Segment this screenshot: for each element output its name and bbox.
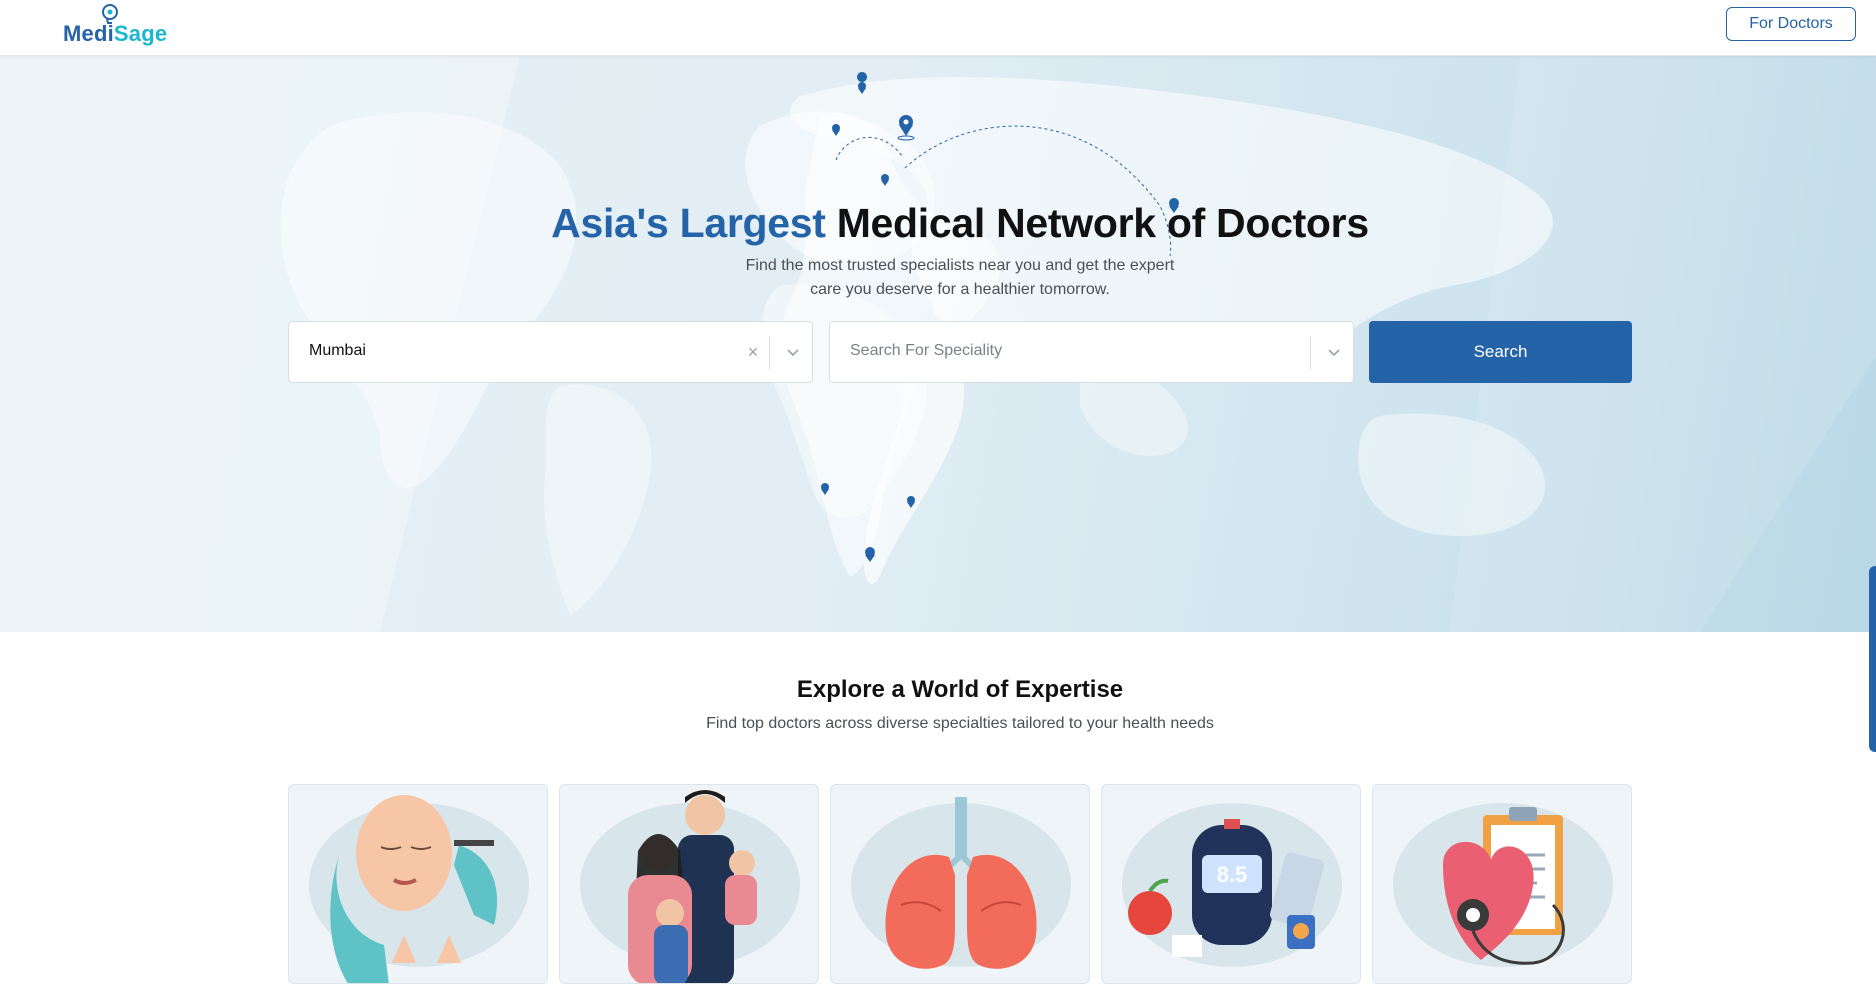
- hero-title: Asia's Largest Medical Network of Doctor…: [551, 200, 1369, 246]
- chevron-down-icon[interactable]: [783, 342, 803, 362]
- logo-wordmark: MediSage: [63, 21, 168, 46]
- dermatology-face-icon: [309, 795, 529, 983]
- cardiology-heart-icon: [1393, 803, 1613, 967]
- for-doctors-button[interactable]: For Doctors: [1726, 7, 1856, 41]
- chevron-down-icon[interactable]: [1324, 342, 1344, 362]
- location-value: Mumbai: [309, 342, 366, 359]
- search-button[interactable]: Search: [1369, 321, 1632, 383]
- family-medicine-icon: [580, 790, 800, 983]
- medisage-logo[interactable]: MediSage: [63, 4, 173, 48]
- speciality-card-diabetology[interactable]: 8.5: [1101, 784, 1361, 984]
- glucose-reading: 8.5: [1217, 862, 1248, 887]
- expertise-subtitle: Find top doctors across diverse specialt…: [706, 715, 1214, 732]
- speciality-placeholder: Search For Speciality: [850, 342, 1003, 359]
- hero-section: Asia's Largest Medical Network of Doctor…: [0, 56, 1876, 632]
- clear-location-icon[interactable]: ×: [741, 338, 765, 366]
- speciality-select[interactable]: Search For Speciality: [829, 321, 1354, 383]
- speciality-card-dermatology[interactable]: [288, 784, 548, 984]
- speciality-card-cardiology[interactable]: [1372, 784, 1632, 984]
- divider: [769, 336, 770, 370]
- speciality-card-pulmonology[interactable]: [830, 784, 1090, 984]
- speciality-card-family-medicine[interactable]: [559, 784, 819, 984]
- top-header: MediSage For Doctors: [0, 0, 1876, 56]
- divider: [1310, 336, 1311, 370]
- hero-subtitle: Find the most trusted specialists near y…: [745, 257, 1175, 298]
- lungs-icon: [851, 797, 1071, 969]
- diabetes-glucometer-icon: 8.5: [1122, 803, 1342, 967]
- expertise-title: Explore a World of Expertise: [796, 676, 1124, 703]
- location-select[interactable]: Mumbai ×: [288, 321, 813, 383]
